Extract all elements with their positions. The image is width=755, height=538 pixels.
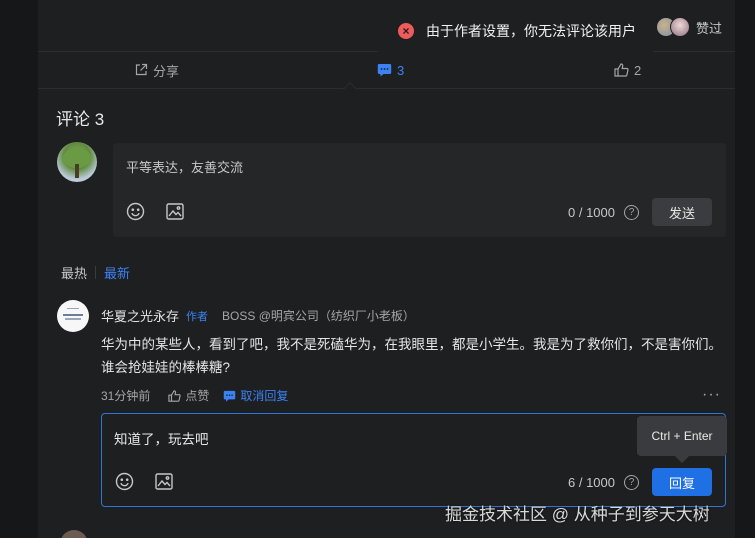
cancel-reply-button[interactable]: 取消回复 xyxy=(223,387,288,404)
liked-by-label: 赞过 xyxy=(696,20,723,36)
reply-submit-button[interactable]: 回复 xyxy=(652,468,712,496)
comment-meta: 31分钟前 点赞 取消回复 xyxy=(101,387,302,404)
comment-like-button[interactable]: 点赞 xyxy=(168,387,209,404)
author-badge: 作者 xyxy=(186,310,209,323)
comment-header: 华夏之光永存 作者 BOSS @明宾公司（纺织厂小老板） xyxy=(101,306,415,325)
comment-icon xyxy=(377,64,392,77)
article-action-bar: 分享 3 2 xyxy=(38,51,735,89)
like-button[interactable]: 2 xyxy=(614,52,641,88)
char-counter: 0 / 1000 xyxy=(568,205,615,220)
avatar xyxy=(670,17,690,37)
image-icon[interactable] xyxy=(155,473,173,495)
char-counter: 6 / 1000 xyxy=(568,475,615,490)
cancel-reply-label: 取消回复 xyxy=(240,389,289,403)
comment-author-title: BOSS @明宾公司（纺织厂小老板） xyxy=(222,309,415,323)
share-button[interactable]: 分享 xyxy=(134,52,179,88)
share-icon xyxy=(135,63,148,76)
comment-body: 华为中的某些人，看到了吧，我不是死磕华为，在我眼里，都是小学生。我是为了救你们，… xyxy=(101,337,722,375)
emoji-icon[interactable] xyxy=(126,202,145,226)
help-icon[interactable]: ? xyxy=(624,475,639,490)
sort-hot-tab[interactable]: 最热 xyxy=(61,263,87,282)
comment-like-label: 点赞 xyxy=(185,389,210,403)
thumbs-up-icon xyxy=(168,389,181,402)
send-button[interactable]: 发送 xyxy=(652,198,712,226)
reply-input[interactable]: 知道了，玩去吧 xyxy=(114,428,209,448)
thumbs-up-icon xyxy=(614,63,629,77)
comment-count: 3 xyxy=(397,62,405,78)
liked-by[interactable]: 赞过 xyxy=(656,17,722,37)
reply-composer[interactable]: 知道了，玩去吧 6 / 1000 ? 回复 xyxy=(101,413,726,507)
emoji-icon[interactable] xyxy=(115,472,134,496)
more-options-icon[interactable]: ··· xyxy=(702,386,721,404)
comments-title: 评论 3 xyxy=(56,110,105,129)
liker-avatars xyxy=(656,17,690,37)
divider xyxy=(95,266,97,279)
error-toast: × 由于作者设置，你无法评论该用户 xyxy=(378,10,653,52)
comment-sort-tabs: 最热 最新 xyxy=(61,263,130,282)
left-gutter xyxy=(0,0,38,538)
share-label: 分享 xyxy=(153,63,180,79)
avatar[interactable] xyxy=(57,300,89,332)
right-gutter xyxy=(735,0,755,538)
comment-author-name[interactable]: 华夏之光永存 xyxy=(101,306,179,325)
comment-button[interactable]: 3 xyxy=(377,52,404,88)
comment-time: 31分钟前 xyxy=(101,389,151,403)
sort-new-tab[interactable]: 最新 xyxy=(104,263,130,282)
close-circle-icon: × xyxy=(398,23,414,39)
image-icon[interactable] xyxy=(166,203,184,225)
watermark: 掘金技术社区 @ 从种子到参天大树 xyxy=(445,505,710,524)
like-count: 2 xyxy=(634,62,642,78)
help-icon[interactable]: ? xyxy=(624,205,639,220)
comment-composer[interactable]: 平等表达，友善交流 0 / 1000 ? 发送 xyxy=(113,143,726,237)
shortcut-tooltip: Ctrl + Enter xyxy=(637,416,727,456)
avatar xyxy=(57,142,97,182)
toast-message: 由于作者设置，你无法评论该用户 xyxy=(426,23,636,39)
comment-input-placeholder[interactable]: 平等表达，友善交流 xyxy=(126,157,243,176)
comment-icon xyxy=(224,390,236,402)
